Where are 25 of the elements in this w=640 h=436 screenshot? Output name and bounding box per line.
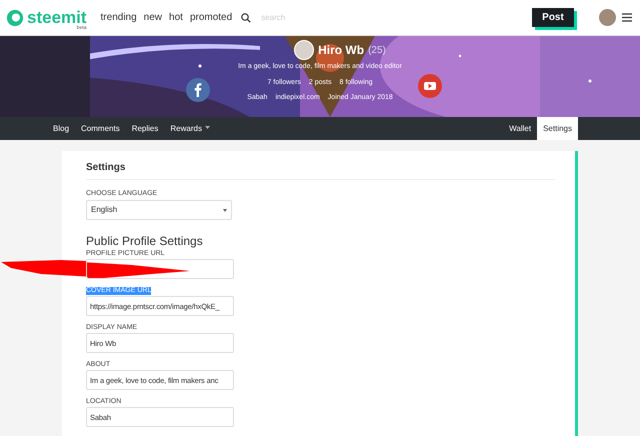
logo-icon[interactable] [6, 8, 24, 26]
facebook-icon[interactable] [186, 78, 210, 102]
reputation-score: (25) [368, 44, 386, 58]
profile-tab[interactable]: Replies [126, 117, 164, 140]
caret-icon [223, 208, 227, 212]
profile-tab[interactable]: Blog [47, 117, 76, 140]
profile-tab[interactable]: Wallet [503, 117, 538, 140]
select-value: English [91, 204, 118, 216]
nav-link[interactable]: trending [100, 10, 137, 25]
profile-name: Hiro Wb [318, 42, 364, 59]
youtube-icon[interactable] [418, 74, 442, 98]
profile-tab[interactable]: Comments [75, 117, 126, 140]
nav-link[interactable]: new [144, 10, 162, 25]
menu-icon[interactable] [622, 13, 632, 22]
avatar[interactable] [599, 9, 616, 26]
post-button[interactable]: Post [532, 8, 574, 27]
nav-link[interactable]: promoted [190, 10, 232, 25]
profile-tab[interactable]: Settings [537, 117, 578, 140]
section-heading: Public Profile Settings [86, 234, 203, 248]
search-icon[interactable] [241, 12, 252, 22]
text-input-field[interactable] [86, 259, 234, 279]
settings-heading: Settings [86, 162, 126, 174]
nav-link[interactable]: hot [169, 10, 183, 25]
profile-tab[interactable]: Rewards [164, 117, 216, 140]
language-select[interactable]: English [86, 200, 232, 220]
